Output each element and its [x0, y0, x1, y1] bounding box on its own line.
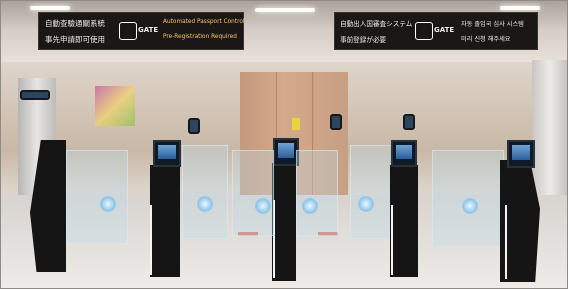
photo-border [0, 0, 568, 289]
e-gate-hall-photo: 自動查驗通關系統 事先申請即可使用 GATE Automated Passpor… [0, 0, 568, 289]
